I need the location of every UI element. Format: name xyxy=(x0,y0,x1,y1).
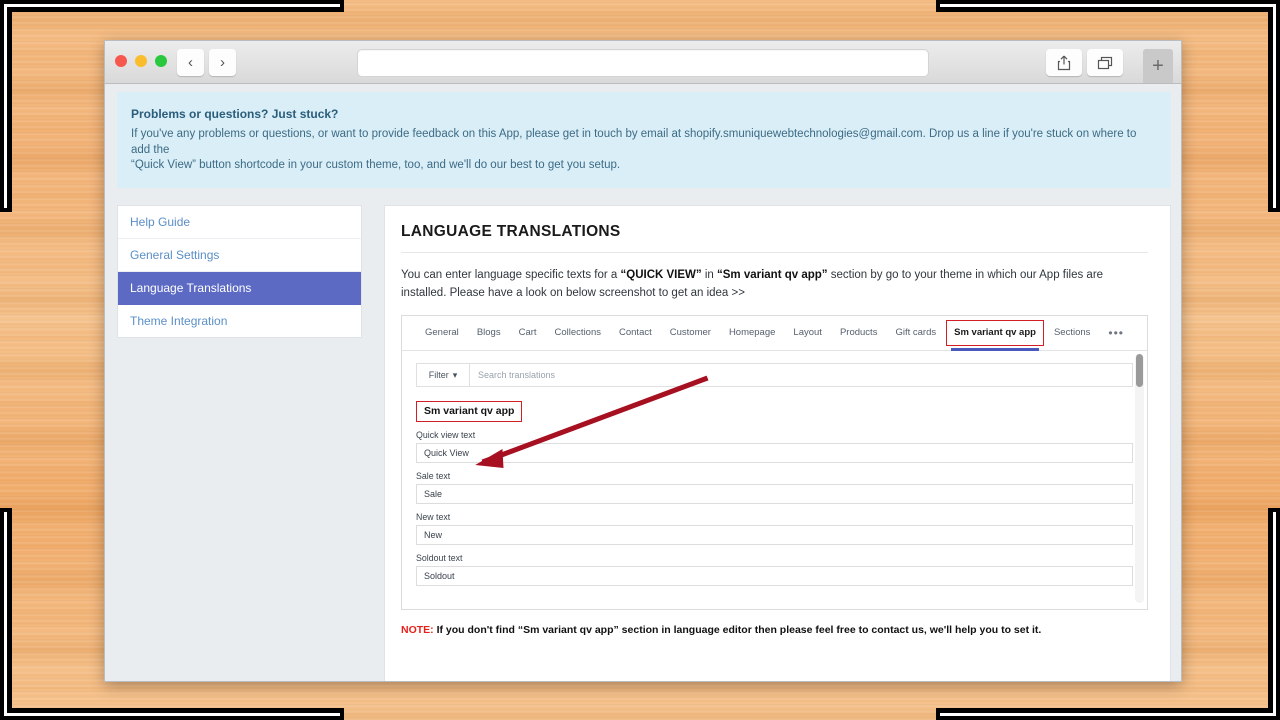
sidebar-nav: Help Guide General Settings Language Tra… xyxy=(117,204,362,338)
screenshot-tab-gift-cards[interactable]: Gift cards xyxy=(886,316,945,350)
field-label: Soldout text xyxy=(416,553,463,564)
page-title: LANGUAGE TRANSLATIONS xyxy=(401,222,621,240)
intro-text-1: You can enter language specific texts fo… xyxy=(401,268,621,281)
screenshot-tab-sm-variant-qv-app[interactable]: Sm variant qv app xyxy=(945,316,1045,352)
note-text: NOTE: If you don't find “Sm variant qv a… xyxy=(401,624,1148,636)
screenshot-scrollbar[interactable] xyxy=(1135,354,1144,604)
address-bar[interactable] xyxy=(357,49,929,77)
screenshot-tab-customer[interactable]: Customer xyxy=(661,316,720,350)
search-translations-input[interactable]: Search translations xyxy=(470,364,1132,386)
minimize-window-icon[interactable] xyxy=(135,55,147,67)
field-input[interactable]: Sale xyxy=(416,484,1133,505)
sidebar-item-theme-integration[interactable]: Theme Integration xyxy=(118,305,361,337)
toolbar-right-buttons xyxy=(1046,49,1123,76)
maximize-window-icon[interactable] xyxy=(155,55,167,67)
close-window-icon[interactable] xyxy=(115,55,127,67)
embedded-screenshot: General Blogs Cart Collections Contact C… xyxy=(401,315,1148,611)
screenshot-tab-contact[interactable]: Contact xyxy=(610,316,661,350)
screenshot-tab-label: Sm variant qv app xyxy=(954,327,1036,339)
tabs-icon xyxy=(1097,56,1113,69)
sidebar-item-help-guide[interactable]: Help Guide xyxy=(118,206,361,239)
field-input[interactable]: Quick View xyxy=(416,443,1133,464)
intro-text-2: in xyxy=(701,268,717,281)
show-tabs-button[interactable] xyxy=(1087,49,1123,76)
screenshot-tab-collections[interactable]: Collections xyxy=(546,316,610,350)
field-label: Sale text xyxy=(416,471,451,482)
screenshot-body: Filter ▾ Search translations Sm variant … xyxy=(402,351,1147,587)
share-button[interactable] xyxy=(1046,49,1082,76)
content-columns: Help Guide General Settings Language Tra… xyxy=(117,204,1171,681)
screenshot-tab-cart[interactable]: Cart xyxy=(510,316,546,350)
field-label: New text xyxy=(416,512,451,523)
intro-quick-view-emphasis: “QUICK VIEW” xyxy=(620,268,702,281)
red-highlight-box xyxy=(416,401,523,423)
field-label: Quick view text xyxy=(416,430,476,441)
field-soldout-text: Soldout text Soldout xyxy=(416,553,1133,587)
filter-search-row: Filter ▾ Search translations xyxy=(416,363,1133,388)
filter-dropdown[interactable]: Filter ▾ xyxy=(417,364,470,387)
screenshot-tab-layout[interactable]: Layout xyxy=(784,316,831,350)
help-banner: Problems or questions? Just stuck? If yo… xyxy=(117,92,1171,188)
field-input[interactable]: New xyxy=(416,525,1133,546)
filter-label: Filter xyxy=(428,370,449,381)
sidebar-item-general-settings[interactable]: General Settings xyxy=(118,239,361,272)
help-banner-line-1: If you've any problems or questions, or … xyxy=(131,128,1137,156)
sidebar-item-language-translations[interactable]: Language Translations xyxy=(118,271,361,305)
main-panel: LANGUAGE TRANSLATIONS You can enter lang… xyxy=(384,204,1171,681)
navigation-buttons: ‹ › xyxy=(177,49,236,76)
page-content: Problems or questions? Just stuck? If yo… xyxy=(105,84,1181,681)
screenshot-tab-overflow-icon[interactable]: ••• xyxy=(1099,316,1133,350)
note-body: If you don't find “Sm variant qv app” se… xyxy=(433,624,1042,637)
help-banner-title: Problems or questions? Just stuck? xyxy=(131,107,339,121)
field-quick-view-text: Quick view text Quick View xyxy=(416,430,1133,464)
new-tab-button[interactable]: + xyxy=(1143,49,1173,83)
browser-titlebar: ‹ › + xyxy=(105,41,1181,84)
scrollbar-thumb[interactable] xyxy=(1136,354,1143,388)
screenshot-tab-sections[interactable]: Sections xyxy=(1045,316,1099,350)
note-label: NOTE: xyxy=(401,624,434,637)
browser-window: ‹ › + Problems or questions? Just stuck?… xyxy=(104,40,1182,682)
screenshot-tab-blogs[interactable]: Blogs xyxy=(468,316,510,350)
title-divider xyxy=(401,251,1148,253)
chevron-down-icon: ▾ xyxy=(452,369,458,380)
field-new-text: New text New xyxy=(416,512,1133,546)
help-banner-line-2: “Quick View” button shortcode in your cu… xyxy=(131,159,621,172)
intro-section-emphasis: “Sm variant qv app” xyxy=(716,268,828,281)
window-traffic-lights xyxy=(115,55,167,67)
back-button[interactable]: ‹ xyxy=(177,49,204,76)
screenshot-tab-bar: General Blogs Cart Collections Contact C… xyxy=(402,316,1147,352)
section-name-heading: Sm variant qv app xyxy=(416,401,523,423)
share-icon xyxy=(1057,55,1071,70)
screenshot-tab-general[interactable]: General xyxy=(416,316,468,350)
screenshot-tab-homepage[interactable]: Homepage xyxy=(720,316,784,350)
intro-paragraph: You can enter language specific texts fo… xyxy=(401,267,1148,303)
screenshot-tab-products[interactable]: Products xyxy=(831,316,887,350)
forward-button[interactable]: › xyxy=(209,49,236,76)
field-input[interactable]: Soldout xyxy=(416,566,1133,587)
field-sale-text: Sale text Sale xyxy=(416,471,1133,505)
